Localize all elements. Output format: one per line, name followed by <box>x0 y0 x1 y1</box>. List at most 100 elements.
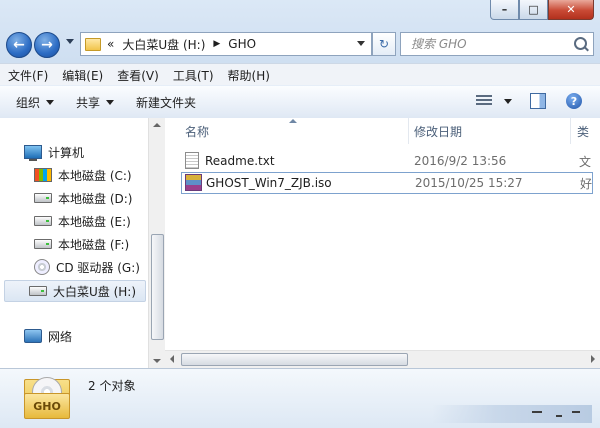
file-type: 文 <box>579 154 592 169</box>
navigation-bar: ← → « 大白菜U盘 (H:) ▶ GHO ↻ <box>6 30 594 58</box>
watermark <box>432 405 592 423</box>
hard-drive-icon <box>34 239 52 249</box>
close-button[interactable]: ✕ <box>548 0 594 20</box>
file-name: Readme.txt <box>205 154 275 168</box>
share-label: 共享 <box>76 95 101 110</box>
navigation-scrollbar[interactable] <box>148 118 165 368</box>
minimize-icon: – <box>501 3 508 16</box>
scroll-left-icon[interactable] <box>170 355 174 363</box>
tree-item-label: 本地磁盘 (E:) <box>58 214 131 229</box>
menu-tools[interactable]: 工具(T) <box>173 67 214 84</box>
network-icon <box>24 329 42 343</box>
breadcrumb-drive[interactable]: 大白菜U盘 (H:) <box>122 36 205 53</box>
column-header-type[interactable]: 类 <box>577 118 589 144</box>
scroll-down-icon[interactable] <box>153 359 161 363</box>
tree-item-drive-c[interactable]: 本地磁盘 (C:) <box>34 165 146 185</box>
sort-ascending-icon <box>289 119 297 123</box>
organize-label: 组织 <box>16 95 41 110</box>
window-caption-buttons: – □ ✕ <box>490 0 594 22</box>
breadcrumb-folder[interactable]: GHO <box>228 37 256 51</box>
horizontal-scrollbar[interactable] <box>165 350 600 368</box>
command-bar: 组织 共享 新建文件夹 ? <box>0 85 600 119</box>
new-folder-button[interactable]: 新建文件夹 <box>136 94 196 111</box>
file-name: GHOST_Win7_ZJB.iso <box>206 176 332 190</box>
recent-pages-dropdown[interactable] <box>66 39 74 44</box>
column-header-date[interactable]: 修改日期 <box>414 118 462 144</box>
tree-item-label: 大白菜U盘 (H:) <box>53 284 137 299</box>
folder-icon-label: GHO <box>24 393 70 419</box>
file-row-ghost-iso[interactable]: GHOST_Win7_ZJB.iso 2015/10/25 15:27 好 <box>181 172 593 194</box>
tree-item-label: 本地磁盘 (F:) <box>58 237 130 252</box>
tree-item-drive-e[interactable]: 本地磁盘 (E:) <box>34 211 146 231</box>
gho-folder-icon: GHO <box>24 377 70 419</box>
close-icon: ✕ <box>566 3 576 16</box>
item-count: 2 个对象 <box>88 379 136 393</box>
column-divider[interactable] <box>408 118 409 144</box>
menu-file[interactable]: 文件(F) <box>8 67 48 84</box>
archive-icon <box>185 174 202 191</box>
search-box[interactable] <box>400 32 594 56</box>
forward-arrow-icon: → <box>41 37 53 53</box>
file-date: 2015/10/25 15:27 <box>415 176 523 190</box>
hard-drive-icon <box>34 193 52 203</box>
scroll-right-icon[interactable] <box>591 355 595 363</box>
hard-drive-icon <box>34 216 52 226</box>
navigation-pane: 计算机 本地磁盘 (C:) 本地磁盘 (D:) 本地磁盘 (E:) 本地磁盘 (… <box>0 118 148 368</box>
tree-item-drive-h[interactable]: 大白菜U盘 (H:) <box>4 280 146 302</box>
menu-help[interactable]: 帮助(H) <box>228 67 270 84</box>
view-options-icon[interactable] <box>476 95 492 107</box>
maximize-icon: □ <box>528 3 539 16</box>
preview-pane-icon[interactable] <box>530 93 546 109</box>
tree-item-drive-d[interactable]: 本地磁盘 (D:) <box>34 188 146 208</box>
tree-item-label: 计算机 <box>48 145 85 160</box>
minimize-button[interactable]: – <box>490 0 519 20</box>
scrollbar-thumb[interactable] <box>151 234 164 340</box>
command-bar-right: ? <box>476 93 582 109</box>
file-type: 好 <box>580 176 593 191</box>
back-button[interactable]: ← <box>6 32 32 58</box>
tree-item-label: 本地磁盘 (C:) <box>58 168 132 183</box>
file-date: 2016/9/2 13:56 <box>414 154 507 168</box>
search-input[interactable] <box>409 36 573 52</box>
explorer-window: – □ ✕ ← → « 大白菜U盘 (H:) ▶ GHO ↻ 文件(F) 编辑(… <box>0 0 600 428</box>
breadcrumb-separator-icon[interactable]: ▶ <box>213 39 220 49</box>
text-file-icon <box>185 152 199 169</box>
tree-item-drive-g[interactable]: CD 驱动器 (G:) <box>34 257 146 277</box>
scroll-up-icon[interactable] <box>153 123 161 127</box>
menu-bar: 文件(F) 编辑(E) 查看(V) 工具(T) 帮助(H) <box>0 63 600 86</box>
tree-item-label: CD 驱动器 (G:) <box>56 260 140 275</box>
view-dropdown-icon[interactable] <box>504 98 512 104</box>
tree-item-label: 本地磁盘 (D:) <box>58 191 133 206</box>
breadcrumb-overflow[interactable]: « <box>107 37 114 51</box>
forward-button[interactable]: → <box>34 32 60 58</box>
address-bar[interactable]: « 大白菜U盘 (H:) ▶ GHO <box>80 32 372 56</box>
file-row-readme[interactable]: Readme.txt 2016/9/2 13:56 文 <box>181 151 591 171</box>
chevron-down-icon <box>46 99 55 105</box>
organize-button[interactable]: 组织 <box>16 94 55 111</box>
tree-item-network[interactable]: 网络 <box>24 326 144 346</box>
scrollbar-thumb[interactable] <box>181 353 408 366</box>
refresh-button[interactable]: ↻ <box>372 32 396 56</box>
tree-item-drive-f[interactable]: 本地磁盘 (F:) <box>34 234 146 254</box>
details-pane: GHO 2 个对象 <box>0 368 600 428</box>
help-icon[interactable]: ? <box>566 93 582 109</box>
tree-item-computer[interactable]: 计算机 <box>24 142 144 162</box>
back-arrow-icon: ← <box>13 37 25 53</box>
system-drive-icon <box>34 168 52 182</box>
menu-view[interactable]: 查看(V) <box>117 67 159 84</box>
folder-icon <box>85 37 101 51</box>
cd-drive-icon <box>34 259 50 275</box>
menu-edit[interactable]: 编辑(E) <box>62 67 103 84</box>
file-list: 名称 修改日期 类 Readme.txt 2016/9/2 13:56 文 GH… <box>165 118 600 368</box>
share-button[interactable]: 共享 <box>76 94 115 111</box>
computer-icon <box>24 145 42 161</box>
maximize-button[interactable]: □ <box>519 0 548 20</box>
tree-item-label: 网络 <box>48 329 73 344</box>
address-history-dropdown[interactable] <box>357 41 365 46</box>
usb-drive-icon <box>29 286 47 296</box>
chevron-down-icon <box>106 99 115 105</box>
column-divider[interactable] <box>570 118 571 144</box>
search-icon[interactable] <box>574 37 587 50</box>
column-header-name[interactable]: 名称 <box>185 118 209 144</box>
new-folder-label: 新建文件夹 <box>136 95 197 110</box>
